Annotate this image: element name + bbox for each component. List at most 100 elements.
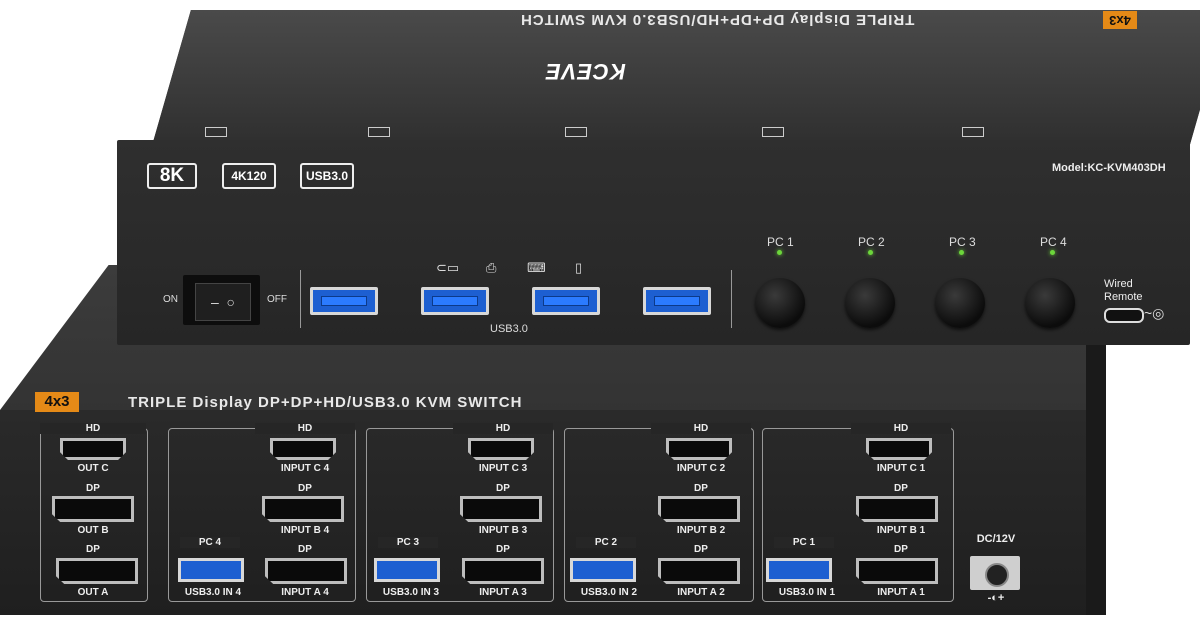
dc-label: DC/12V [976, 533, 1016, 545]
out-b-dp-label: DP [86, 483, 100, 494]
rear-port-icon [565, 127, 587, 137]
top-unit-lid [152, 10, 1200, 145]
pc3-dp1-label: DP [496, 483, 510, 494]
power-switch[interactable]: – ○ [195, 283, 251, 321]
rear-port-icon [762, 127, 784, 137]
remote-cable-icon: ~◎ [1144, 305, 1165, 321]
out-a-label: OUT A [77, 587, 109, 598]
usb3-in3-port[interactable] [374, 558, 440, 582]
input-a3-dp-port[interactable] [462, 558, 544, 584]
pc1-label: PC 1 [774, 537, 834, 548]
input-b1-label: INPUT B 1 [876, 525, 926, 536]
out-b-label: OUT B [77, 525, 109, 536]
input-c1-hdmi-port[interactable] [866, 438, 932, 460]
pc2-led [868, 250, 873, 255]
pc3-hd-label: HD [453, 423, 553, 434]
keyboard-icon: ⌨ [527, 260, 546, 275]
badge-4k120: 4K120 [222, 163, 276, 189]
pc2-dp2-label: DP [694, 544, 708, 555]
usb3-in2-port[interactable] [570, 558, 636, 582]
wired-remote-label: Wired Remote [1104, 278, 1143, 304]
input-b4-label: INPUT B 4 [280, 525, 330, 536]
pc1-button-label: PC 1 [767, 235, 794, 249]
input-c4-label: INPUT C 4 [280, 463, 330, 474]
pc4-led [1050, 250, 1055, 255]
usb3-in1-label: USB3.0 IN 1 [778, 587, 836, 598]
input-b4-dp-port[interactable] [262, 496, 344, 522]
wired-remote-line2: Remote [1104, 291, 1143, 303]
input-c3-label: INPUT C 3 [478, 463, 528, 474]
badge-8k: 8K [147, 163, 197, 189]
input-b1-dp-port[interactable] [856, 496, 938, 522]
rear-port-icon [962, 127, 984, 137]
pc4-dp2-label: DP [298, 544, 312, 555]
pc2-button[interactable] [845, 278, 895, 328]
usb3-in2-label: USB3.0 IN 2 [580, 587, 638, 598]
pc4-label: PC 4 [180, 537, 240, 548]
pc3-led [959, 250, 964, 255]
printer-icon: ⎙ [486, 260, 497, 275]
usb3-port-2[interactable] [421, 287, 489, 315]
usb3-in1-port[interactable] [766, 558, 832, 582]
top-title: TRIPLE Display DP+DP+HD/USB3.0 KVM SWITC… [520, 11, 915, 28]
out-a-dp-port[interactable] [56, 558, 138, 584]
pc1-button[interactable] [755, 278, 805, 328]
input-a2-dp-port[interactable] [658, 558, 740, 584]
input-c1-label: INPUT C 1 [876, 463, 926, 474]
input-a1-dp-port[interactable] [856, 558, 938, 584]
out-a-dp-label: DP [86, 544, 100, 555]
bottom-unit-side [1086, 330, 1106, 615]
input-c4-hdmi-port[interactable] [270, 438, 336, 460]
input-c3-hdmi-port[interactable] [468, 438, 534, 460]
bottom-title: TRIPLE Display DP+DP+HD/USB3.0 KVM SWITC… [128, 394, 523, 411]
pc2-label: PC 2 [576, 537, 636, 548]
mouse-icon: ▯ [575, 260, 583, 275]
usb-drive-icon: ⊂▭ [436, 260, 460, 275]
top-badge-4x3: 4x3 [1103, 11, 1137, 29]
pc2-hd-label: HD [651, 423, 751, 434]
power-on-label: ON [163, 294, 178, 305]
input-a4-label: INPUT A 4 [281, 587, 329, 598]
pc4-button[interactable] [1025, 278, 1075, 328]
input-a4-dp-port[interactable] [265, 558, 347, 584]
out-hd-label: HD [40, 423, 146, 434]
pc1-dp1-label: DP [894, 483, 908, 494]
usb3-port-4[interactable] [643, 287, 711, 315]
out-b-dp-port[interactable] [52, 496, 134, 522]
usb3-port-3[interactable] [532, 287, 600, 315]
model-number: Model:KC-KVM403DH [1052, 162, 1166, 174]
pc3-label: PC 3 [378, 537, 438, 548]
badge-usb3: USB3.0 [300, 163, 354, 189]
out-c-hdmi-port[interactable] [60, 438, 126, 460]
pc3-button[interactable] [935, 278, 985, 328]
bottom-badge-4x3: 4x3 [35, 392, 79, 412]
out-c-label: OUT C [77, 463, 109, 474]
input-b2-label: INPUT B 2 [676, 525, 726, 536]
usb3-port-1[interactable] [310, 287, 378, 315]
usb3-label: USB3.0 [490, 323, 528, 335]
brand-text: KCEVE [545, 59, 626, 84]
dc-polarity-icon: -◐+ [987, 592, 1005, 604]
pc1-hd-label: HD [851, 423, 951, 434]
input-c2-label: INPUT C 2 [676, 463, 726, 474]
input-c2-hdmi-port[interactable] [666, 438, 732, 460]
pc3-button-label: PC 3 [949, 235, 976, 249]
pc4-button-label: PC 4 [1040, 235, 1067, 249]
usb3-in3-label: USB3.0 IN 3 [382, 587, 440, 598]
wired-remote-port[interactable] [1104, 308, 1144, 323]
pc3-dp2-label: DP [496, 544, 510, 555]
usb3-in4-port[interactable] [178, 558, 244, 582]
input-a1-label: INPUT A 1 [877, 587, 925, 598]
dc-power-port[interactable] [985, 563, 1009, 587]
input-a2-label: INPUT A 2 [677, 587, 725, 598]
rear-port-icon [205, 127, 227, 137]
rear-port-icon [368, 127, 390, 137]
pc2-dp1-label: DP [694, 483, 708, 494]
wired-remote-line1: Wired [1104, 278, 1133, 290]
input-a3-label: INPUT A 3 [479, 587, 527, 598]
input-b3-dp-port[interactable] [460, 496, 542, 522]
input-b2-dp-port[interactable] [658, 496, 740, 522]
input-b3-label: INPUT B 3 [478, 525, 528, 536]
power-off-label: OFF [267, 294, 287, 305]
pc4-hd-label: HD [255, 423, 355, 434]
